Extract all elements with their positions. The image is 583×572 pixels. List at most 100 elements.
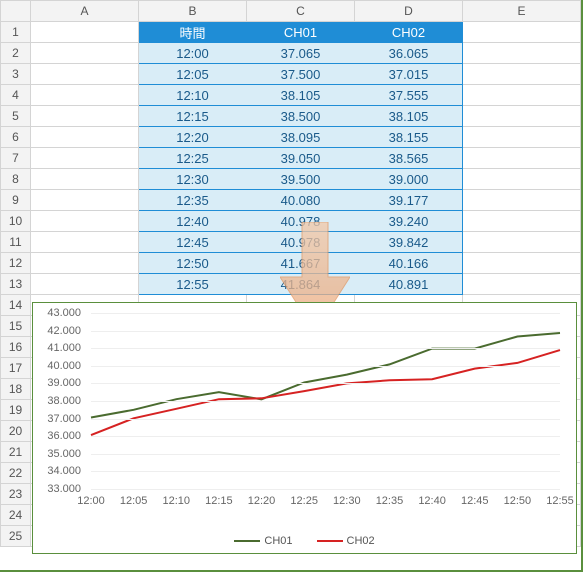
ch01-cell[interactable]: 38.105	[247, 85, 355, 106]
cell[interactable]	[31, 274, 139, 295]
row-header[interactable]: 16	[1, 337, 31, 358]
time-cell[interactable]: 12:20	[139, 127, 247, 148]
row-header[interactable]: 13	[1, 274, 31, 295]
cell[interactable]	[31, 232, 139, 253]
ch01-cell[interactable]: 40.080	[247, 190, 355, 211]
cell[interactable]	[463, 64, 581, 85]
ch02-cell[interactable]: 37.015	[355, 64, 463, 85]
ch02-cell[interactable]: 36.065	[355, 43, 463, 64]
cell[interactable]	[463, 85, 581, 106]
table-header-cell[interactable]: CH02	[355, 22, 463, 43]
ch01-cell[interactable]: 38.095	[247, 127, 355, 148]
ch02-cell[interactable]: 39.240	[355, 211, 463, 232]
time-cell[interactable]: 12:15	[139, 106, 247, 127]
row-header[interactable]: 5	[1, 106, 31, 127]
cell[interactable]	[31, 253, 139, 274]
row-header[interactable]: 2	[1, 43, 31, 64]
row-header[interactable]: 20	[1, 421, 31, 442]
time-cell[interactable]: 12:55	[139, 274, 247, 295]
cell[interactable]	[463, 190, 581, 211]
x-tick-label: 12:45	[455, 495, 495, 507]
line-chart[interactable]: 33.00034.00035.00036.00037.00038.00039.0…	[32, 302, 577, 554]
row-header[interactable]: 7	[1, 148, 31, 169]
time-cell[interactable]: 12:25	[139, 148, 247, 169]
ch01-cell[interactable]: 37.500	[247, 64, 355, 85]
ch02-cell[interactable]: 37.555	[355, 85, 463, 106]
ch02-cell[interactable]: 38.155	[355, 127, 463, 148]
col-header-B[interactable]: B	[139, 1, 247, 22]
row-header[interactable]: 23	[1, 484, 31, 505]
row-header[interactable]: 22	[1, 463, 31, 484]
row-header[interactable]: 18	[1, 379, 31, 400]
ch01-cell[interactable]: 39.500	[247, 169, 355, 190]
cell[interactable]	[463, 169, 581, 190]
row-header[interactable]: 10	[1, 211, 31, 232]
ch02-cell[interactable]: 40.891	[355, 274, 463, 295]
time-cell[interactable]: 12:40	[139, 211, 247, 232]
cell[interactable]	[31, 106, 139, 127]
cell[interactable]	[31, 148, 139, 169]
row-header[interactable]: 9	[1, 190, 31, 211]
cell[interactable]	[463, 22, 581, 43]
table-header-cell[interactable]: 時間	[139, 22, 247, 43]
ch01-cell[interactable]: 38.500	[247, 106, 355, 127]
row-header[interactable]: 8	[1, 169, 31, 190]
row-header[interactable]: 3	[1, 64, 31, 85]
time-cell[interactable]: 12:30	[139, 169, 247, 190]
row-header[interactable]: 1	[1, 22, 31, 43]
ch01-cell[interactable]: 41.667	[247, 253, 355, 274]
cell[interactable]	[463, 211, 581, 232]
cell[interactable]	[31, 127, 139, 148]
row-header[interactable]: 17	[1, 358, 31, 379]
ch02-cell[interactable]: 38.565	[355, 148, 463, 169]
row-header[interactable]: 12	[1, 253, 31, 274]
time-cell[interactable]: 12:05	[139, 64, 247, 85]
cell[interactable]	[31, 64, 139, 85]
time-cell[interactable]: 12:50	[139, 253, 247, 274]
row-header[interactable]: 11	[1, 232, 31, 253]
col-header-C[interactable]: C	[247, 1, 355, 22]
row-header[interactable]: 24	[1, 505, 31, 526]
ch01-cell[interactable]: 39.050	[247, 148, 355, 169]
col-header-D[interactable]: D	[355, 1, 463, 22]
cell[interactable]	[463, 253, 581, 274]
table-header-cell[interactable]: CH01	[247, 22, 355, 43]
row-header[interactable]: 14	[1, 295, 31, 316]
grid-row: 3 12:0537.50037.015	[1, 64, 581, 85]
time-cell[interactable]: 12:35	[139, 190, 247, 211]
cell[interactable]	[31, 211, 139, 232]
cell[interactable]	[463, 43, 581, 64]
time-cell[interactable]: 12:00	[139, 43, 247, 64]
cell[interactable]	[31, 190, 139, 211]
row-header[interactable]: 6	[1, 127, 31, 148]
ch02-cell[interactable]: 39.842	[355, 232, 463, 253]
row-header[interactable]: 21	[1, 442, 31, 463]
ch02-cell[interactable]: 39.000	[355, 169, 463, 190]
col-header-A[interactable]: A	[31, 1, 139, 22]
cell[interactable]	[463, 106, 581, 127]
row-header[interactable]: 25	[1, 526, 31, 547]
cell[interactable]	[31, 85, 139, 106]
cell[interactable]	[463, 148, 581, 169]
time-cell[interactable]: 12:10	[139, 85, 247, 106]
time-cell[interactable]: 12:45	[139, 232, 247, 253]
ch02-cell[interactable]: 39.177	[355, 190, 463, 211]
cell[interactable]	[463, 274, 581, 295]
cell[interactable]	[463, 232, 581, 253]
cell[interactable]	[31, 169, 139, 190]
cell[interactable]	[31, 22, 139, 43]
ch01-cell[interactable]: 40.978	[247, 232, 355, 253]
ch01-cell[interactable]: 41.864	[247, 274, 355, 295]
ch01-cell[interactable]: 37.065	[247, 43, 355, 64]
cell[interactable]	[31, 43, 139, 64]
ch02-cell[interactable]: 38.105	[355, 106, 463, 127]
select-all-corner[interactable]	[1, 1, 31, 22]
ch01-cell[interactable]: 40.978	[247, 211, 355, 232]
row-header[interactable]: 19	[1, 400, 31, 421]
ch02-cell[interactable]: 40.166	[355, 253, 463, 274]
cell[interactable]	[463, 127, 581, 148]
row-header[interactable]: 15	[1, 316, 31, 337]
row-header[interactable]: 4	[1, 85, 31, 106]
y-tick-label: 33.000	[39, 483, 81, 495]
col-header-E[interactable]: E	[463, 1, 581, 22]
